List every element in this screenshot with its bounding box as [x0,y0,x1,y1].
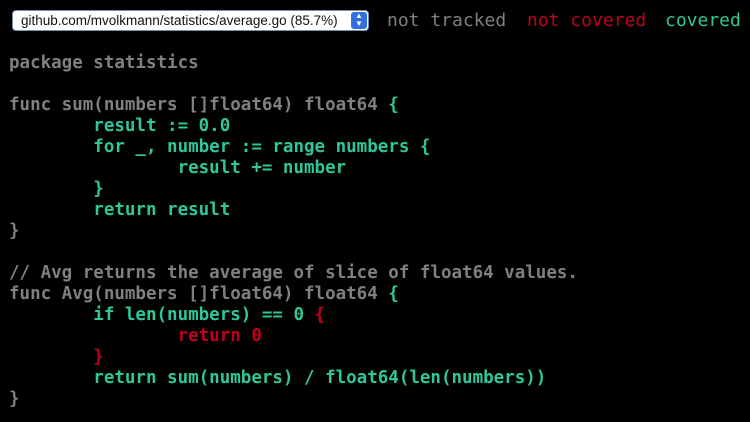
code-segment: } [9,347,104,367]
code-segment: package statistics [9,53,199,73]
code-segment: for _, number := range numbers { [9,137,431,157]
code-line: return sum(numbers) / float64(len(number… [9,368,578,389]
code-line: func Avg(numbers []float64) float64 { [9,284,578,305]
code-segment: return 0 [9,326,262,346]
arrow-down-icon: ▼ [355,19,363,28]
code-segment: { [388,95,399,115]
code-segment: return sum(numbers) / float64(len(number… [9,368,547,388]
code-line: return result [9,200,578,221]
code-line: return 0 [9,326,578,347]
code-segment: { [314,305,326,325]
coverage-source-code: package statistics func sum(numbers []flo… [9,53,578,410]
code-line: result := 0.0 [9,116,578,137]
code-segment: } [9,389,20,409]
code-segment: } [9,179,104,199]
code-line: } [9,179,578,200]
code-line: package statistics [9,53,578,74]
code-line: if len(numbers) == 0 { [9,305,578,326]
code-segment: func Avg(numbers []float64) float64 [9,284,389,304]
code-line: result += number [9,158,578,179]
code-segment: if len(numbers) == 0 [9,305,315,325]
legend-not-tracked: not tracked [387,10,507,31]
code-segment: } [9,221,20,241]
legend-covered: covered [665,10,741,31]
code-line: } [9,389,578,410]
code-line: } [9,221,578,242]
file-select-value: github.com/mvolkmann/statistics/average.… [21,13,338,28]
code-line: for _, number := range numbers { [9,137,578,158]
legend-not-covered: not covered [527,10,647,31]
code-segment: result := 0.0 [9,116,231,136]
code-segment: { [388,284,399,304]
file-select[interactable]: github.com/mvolkmann/statistics/average.… [12,10,369,31]
code-line: } [9,347,578,368]
chevron-up-down-icon[interactable]: ▲ ▼ [351,12,367,29]
toolbar: github.com/mvolkmann/statistics/average.… [0,0,750,44]
code-segment: // Avg returns the average of slice of f… [9,263,578,283]
code-line: // Avg returns the average of slice of f… [9,263,578,284]
code-segment: func sum(numbers []float64) float64 [9,95,389,115]
code-segment: result += number [9,158,347,178]
code-segment: return result [9,200,231,220]
code-line: func sum(numbers []float64) float64 { [9,95,578,116]
